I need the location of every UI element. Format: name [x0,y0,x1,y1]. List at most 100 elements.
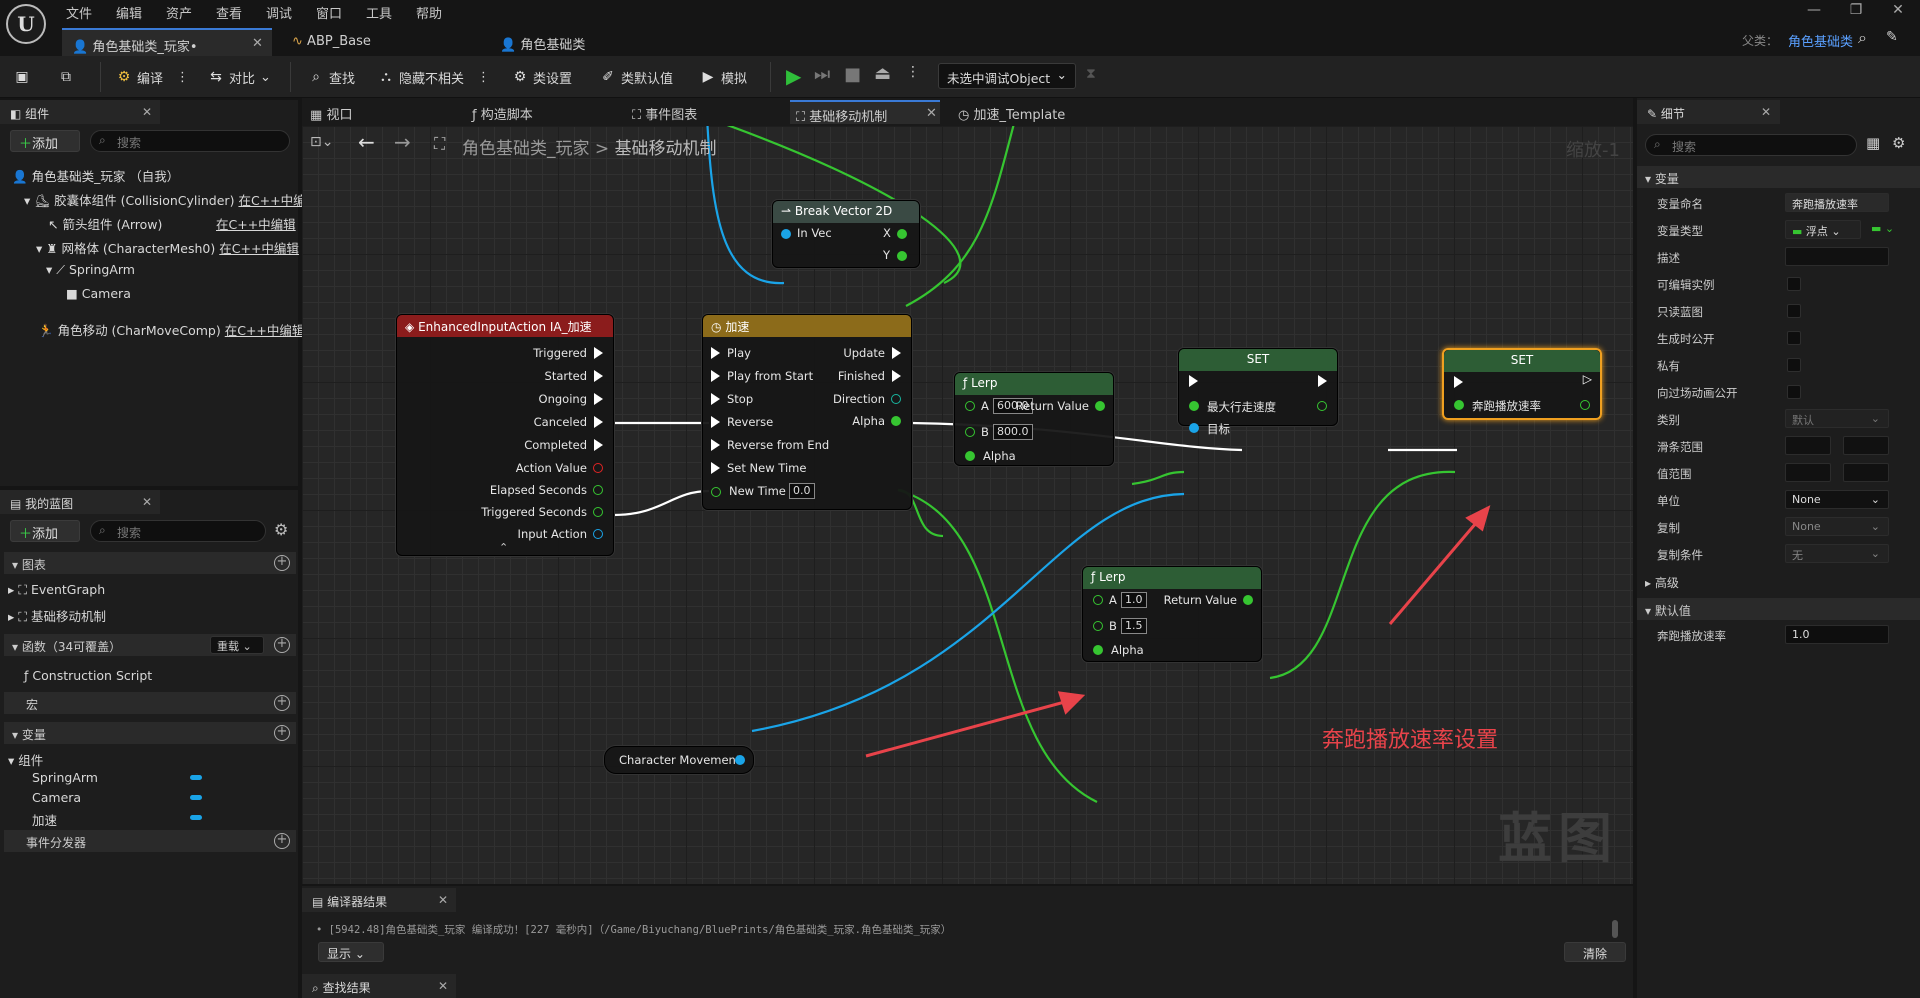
lerp-a-field[interactable]: 1.0 [1121,592,1147,608]
pin-y[interactable] [897,251,907,261]
menu-asset[interactable]: 资产 [166,3,192,22]
find-button[interactable]: ⌕ 查找 [308,64,355,90]
component-item-mesh[interactable]: ▾ ♜ 网格体 (CharacterMesh0) 在C++中编辑 [36,238,299,257]
add-macro-icon[interactable]: + [274,695,290,711]
container-type-select[interactable]: ▬ ⌄ [1871,222,1894,235]
unreal-logo-icon[interactable]: U [6,4,46,44]
debug-filter-icon[interactable]: ⧗ [1086,66,1096,82]
edit-pencil-icon[interactable]: ✎ [1886,29,1898,45]
pin-b[interactable] [1093,621,1103,631]
tab-viewport[interactable]: ▦ 视口 [310,100,352,124]
grid-view-icon[interactable]: ▦ [1866,134,1880,152]
tab-basic-movement[interactable]: ⛶ 基础移动机制 ✕ [790,100,940,125]
category-select[interactable]: 默认 ⌄ [1785,409,1889,428]
close-tab-icon[interactable]: ✕ [252,36,263,51]
pin-alpha-out[interactable] [891,416,901,426]
variable-accel[interactable]: 加速 [32,810,57,829]
edit-in-cpp-link[interactable]: 在C++中编 [238,193,305,208]
dispatchers-section[interactable]: 事件分发器 [4,830,296,852]
pin-x[interactable] [897,229,907,239]
graph-item-eventgraph[interactable]: ▸ ⛶ EventGraph [8,582,105,598]
pin-value-out[interactable] [1317,401,1327,411]
menu-window[interactable]: 窗口 [316,3,342,22]
edit-in-cpp-link[interactable]: 在C++中编辑 [225,323,305,338]
bookmark-icon[interactable]: ⊡⌄ [310,134,333,150]
components-vars-group[interactable]: ▾ 组件 [8,750,43,769]
lerp-b-field[interactable]: 1.5 [1121,618,1147,634]
pin-completed[interactable] [594,439,603,451]
pin-play-from-start[interactable] [711,370,720,382]
tab-construction[interactable]: ƒ 构造脚本 [472,100,533,124]
pin-in-vec[interactable] [781,229,791,239]
parent-class-link[interactable]: 角色基础类 [1788,31,1853,50]
tab-event-graph[interactable]: ⛶ 事件图表 [632,100,697,124]
restore-icon[interactable]: ❐ [1838,2,1874,18]
graph-canvas[interactable]: ⊡⌄ ← → ⛶ 角色基础类_玩家 > 基础移动机制 缩放-1 蓝图 奔跑播放速… [302,126,1633,884]
instance-editable-checkbox[interactable] [1787,277,1801,291]
value-min-field[interactable] [1785,463,1831,482]
default-play-rate-field[interactable]: 1.0 [1785,625,1889,644]
lerp-b-field[interactable]: 800.0 [993,424,1033,440]
add-member-button[interactable]: ＋添加 [10,520,80,542]
replication-condition-select[interactable]: 无 ⌄ [1785,544,1889,563]
close-tab-icon[interactable]: ✕ [926,106,937,121]
pin-exec-in[interactable] [1454,376,1463,388]
node-set-play-rate[interactable]: SET ▷ 奔跑播放速率 [1442,348,1602,420]
simulate-button[interactable]: ▶ 模拟 [700,64,747,90]
node-set-max-speed[interactable]: SET 最大行走速度 目标 [1178,348,1338,436]
pin-return[interactable] [1243,595,1253,605]
pin-b[interactable] [965,427,975,437]
browse-button[interactable]: ⧉ [58,64,74,90]
node-break-vector[interactable]: ⇀ Break Vector 2D In Vec X Y [772,200,920,268]
node-timeline-accel[interactable]: ◷ 加速 Play Play from Start Stop Reverse R… [702,314,912,510]
debug-object-select[interactable]: 未选中调试Object ⌄ [938,63,1076,89]
settings-gear-icon[interactable]: ⚙ [274,520,288,539]
node-lerp-playrate[interactable]: ƒ Lerp A 1.0 B 1.5 Alpha Return Value [1082,566,1262,662]
log-scrollbar[interactable] [1612,920,1618,938]
close-panel-icon[interactable]: ✕ [142,105,152,119]
pin-reverse-from-end[interactable] [711,439,720,451]
expose-cinematics-checkbox[interactable] [1787,385,1801,399]
pin-new-time[interactable] [711,487,721,497]
add-dispatcher-icon[interactable]: + [274,833,290,849]
pin-exec-out[interactable] [1318,375,1327,387]
close-panel-icon[interactable]: ✕ [438,893,448,907]
pin-play-rate[interactable] [1454,400,1464,410]
pin-canceled[interactable] [594,416,603,428]
pin-charmove-out[interactable] [735,755,745,765]
add-graph-icon[interactable]: + [274,555,290,571]
details-search-input[interactable]: ⌕ 搜索 [1645,134,1857,156]
diff-button[interactable]: ⇆ 对比 ⌄ [208,64,271,90]
settings-gear-icon[interactable]: ⚙ [1892,134,1905,152]
clear-button[interactable]: 清除 [1564,942,1626,962]
graphs-section[interactable]: ▾ 图表 [4,552,296,574]
details-defaults-section[interactable]: ▾ 默认值 [1637,598,1920,620]
save-button[interactable]: ▣ [14,64,30,90]
pin-ongoing[interactable] [594,393,603,405]
hide-unrelated-button[interactable]: ⛬ 隐藏不相关 ⋮ [378,64,490,90]
private-checkbox[interactable] [1787,358,1801,372]
tab-accel-template[interactable]: ◷ 加速_Template [958,100,1065,124]
pin-max-walk-speed[interactable] [1189,401,1199,411]
collapse-chevron-icon[interactable]: ⌃ [499,541,508,554]
variable-springarm[interactable]: SpringArm [32,770,98,785]
pin-input-action[interactable] [593,529,603,539]
pin-alpha[interactable] [1093,645,1103,655]
pin-action-value[interactable] [593,463,603,473]
menu-file[interactable]: 文件 [66,3,92,22]
component-item-arrow[interactable]: ↖ 箭头组件 (Arrow) [48,214,162,233]
play-icon[interactable]: ▶ [786,64,801,88]
pin-target[interactable] [1189,423,1199,433]
component-item-charmove[interactable]: 🏃 角色移动 (CharMoveComp) 在C++中编辑 [38,320,304,339]
pin-started[interactable] [594,370,603,382]
new-time-field[interactable]: 0.0 [789,483,815,499]
component-item-camera[interactable]: ■ Camera [66,286,131,301]
search-icon[interactable]: ⌕ [1858,28,1867,48]
node-character-movement[interactable]: Character Movement [604,746,754,774]
details-variable-section[interactable]: ▾ 变量 [1637,166,1920,188]
node-enhanced-input[interactable]: ◈ EnhancedInputAction IA_加速 Triggered St… [396,314,614,556]
edit-in-cpp-link[interactable]: 在C++中编辑 [216,214,296,233]
step-icon[interactable]: ⏭ [814,64,830,85]
pin-finished[interactable] [892,370,901,382]
component-item-capsule[interactable]: ▾ ⛸ 胶囊体组件 (CollisionCylinder) 在C++中编 [24,190,306,209]
